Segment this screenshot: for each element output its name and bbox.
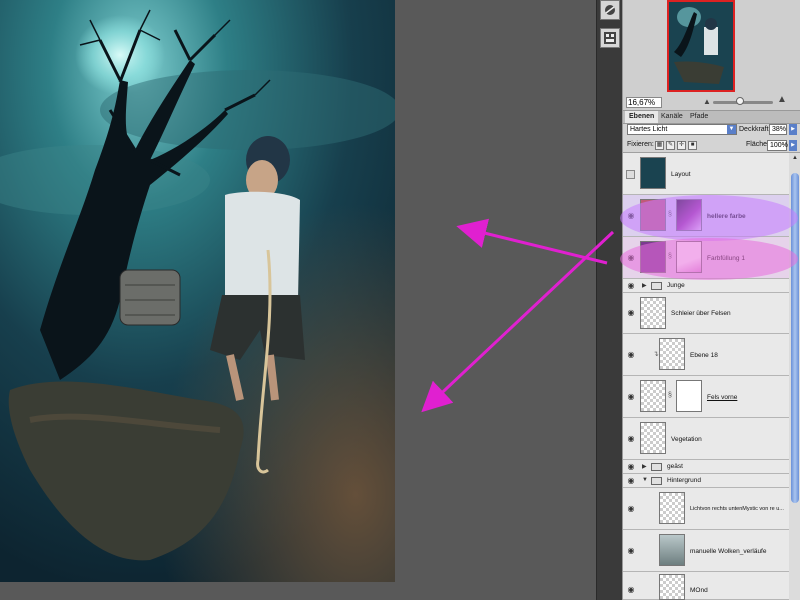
eye-icon[interactable]: ◉ (626, 393, 636, 401)
lock-position-icon[interactable]: ✛ (677, 141, 686, 150)
layer-row-hellere-farbe[interactable]: ◉ § hellere farbe (623, 195, 789, 237)
layer-row-vegetation[interactable]: ◉ Vegetation (623, 418, 789, 460)
layer-thumbnail (640, 157, 666, 189)
layer-thumbnail (659, 338, 685, 370)
tab-pfade[interactable]: Pfade (686, 111, 712, 123)
layers-panel-tabs: Ebenen Kanäle Pfade (623, 110, 800, 124)
expand-triangle-icon[interactable]: ▶ (642, 282, 647, 289)
layer-comps-icon[interactable] (600, 28, 620, 48)
blend-mode-select[interactable]: Hartes Licht ▼ (627, 124, 737, 135)
eye-icon[interactable]: ◉ (626, 435, 636, 443)
layer-thumbnail (659, 534, 685, 566)
layer-name: Vegetation (671, 436, 702, 443)
tab-kanaele[interactable]: Kanäle (657, 111, 687, 123)
lock-pixels-icon[interactable]: ✎ (666, 141, 675, 150)
layer-name: Lichtvon rechts untenMystic von re u... (690, 506, 784, 512)
layer-thumbnail (659, 492, 685, 524)
fill-field[interactable]: 100% (767, 140, 788, 151)
fill-stepper-icon[interactable]: ▶ (789, 140, 797, 151)
zoom-slider-handle[interactable] (736, 97, 744, 105)
layer-row-ebene-18[interactable]: ◉ ↴ Ebene 18 (623, 334, 789, 376)
layer-name: hellere farbe (707, 213, 746, 220)
opacity-stepper-icon[interactable]: ▶ (789, 124, 797, 135)
layer-row-licht[interactable]: ◉ Lichtvon rechts untenMystic von re u..… (623, 488, 789, 530)
layer-mask-thumbnail[interactable] (676, 241, 702, 273)
layer-thumbnail (640, 297, 666, 329)
eye-icon[interactable]: ◉ (626, 463, 636, 471)
navigator-panel: 16,67% ▲ ▲ (623, 0, 800, 110)
layer-name: geäst (667, 463, 683, 470)
lock-label: Fixieren: (627, 141, 654, 148)
lock-row: Fixieren: ▦ ✎ ✛ ■ Fläche: 100% ▶ (623, 138, 800, 153)
opacity-field[interactable]: 38% (769, 124, 787, 135)
eye-icon[interactable]: ◉ (626, 309, 636, 317)
expand-triangle-icon[interactable]: ▶ (642, 463, 647, 470)
layer-name: manuelle Wolken_verläufe (690, 548, 767, 555)
artwork-image[interactable] (0, 0, 395, 582)
layer-thumbnail (640, 380, 666, 412)
layer-name: Fels vorne (707, 394, 738, 401)
clipping-arrow-icon: ↴ (653, 351, 659, 358)
layer-row-layout[interactable]: Layout (623, 153, 789, 195)
eye-icon[interactable]: ◉ (626, 282, 636, 290)
chevron-down-icon: ▼ (727, 125, 736, 134)
eye-icon[interactable]: ◉ (626, 351, 636, 359)
layer-mask-thumbnail[interactable] (676, 199, 702, 231)
blend-mode-row: Hartes Licht ▼ Deckkraft: 38% ▶ (623, 123, 800, 137)
zoom-in-icon[interactable]: ▲ (777, 95, 787, 105)
layer-thumbnail (659, 574, 685, 600)
layer-group-hintergrund[interactable]: ◉ ▼ Hintergrund (623, 474, 789, 488)
eye-icon[interactable]: ◉ (626, 212, 636, 220)
layer-group-junge[interactable]: ◉ ▶ Junge (623, 279, 789, 293)
layer-name: Ebene 18 (690, 352, 718, 359)
visibility-toggle-empty[interactable] (626, 170, 635, 179)
folder-icon (651, 463, 662, 471)
layer-row-farbfuellung-1[interactable]: ◉ § Farbfüllung 1 (623, 237, 789, 279)
layer-thumbnail (640, 199, 666, 231)
layer-thumbnail (640, 241, 666, 273)
collapse-triangle-icon[interactable]: ▼ (642, 477, 648, 483)
layer-row-wolken[interactable]: ◉ manuelle Wolken_verläufe (623, 530, 789, 572)
zoom-out-icon[interactable]: ▲ (703, 98, 711, 106)
layer-row-fels-vorne[interactable]: ◉ § Fels vorne (623, 376, 789, 418)
opacity-label: Deckkraft: (739, 126, 771, 133)
layer-name: Hintergrund (667, 477, 701, 484)
eye-icon[interactable]: ◉ (626, 586, 636, 594)
layer-name: Farbfüllung 1 (707, 255, 745, 262)
document-canvas-area[interactable] (0, 0, 622, 600)
eye-icon[interactable]: ◉ (626, 477, 636, 485)
navigator-zoom-field[interactable]: 16,67% (626, 97, 662, 108)
navigator-thumbnail[interactable] (667, 0, 735, 92)
layer-name: Schleier über Felsen (671, 310, 731, 317)
eye-icon[interactable]: ◉ (626, 505, 636, 513)
layer-group-geaest[interactable]: ◉ ▶ geäst (623, 460, 789, 474)
link-icon[interactable]: § (668, 211, 672, 218)
eye-icon[interactable]: ◉ (626, 547, 636, 555)
layers-scrollbar[interactable]: ▲ (789, 153, 800, 600)
layer-row-schleier[interactable]: ◉ Schleier über Felsen (623, 293, 789, 334)
tab-ebenen[interactable]: Ebenen (625, 111, 659, 123)
artwork-illustration (0, 0, 395, 582)
layer-thumbnail (640, 422, 666, 454)
layer-mask-thumbnail[interactable] (676, 380, 702, 412)
panels-dock: 16,67% ▲ ▲ Ebenen Kanäle Pfade Hartes Li… (622, 0, 800, 600)
scrollbar-thumb[interactable] (791, 173, 799, 503)
scroll-up-arrow-icon[interactable]: ▲ (790, 153, 800, 163)
fill-label: Fläche: (746, 141, 769, 148)
eye-icon[interactable]: ◉ (626, 254, 636, 262)
brush-presets-icon[interactable] (600, 0, 620, 20)
layer-row-mond[interactable]: ◉ MOnd (623, 572, 789, 600)
blend-mode-value: Hartes Licht (630, 126, 668, 133)
link-icon[interactable]: § (668, 253, 672, 260)
collapsed-panel-strip (596, 0, 623, 600)
layer-name: MOnd (690, 587, 708, 594)
lock-transparency-icon[interactable]: ▦ (655, 141, 664, 150)
layer-name: Layout (671, 171, 691, 178)
link-icon[interactable]: § (668, 392, 672, 399)
layer-name: Junge (667, 282, 685, 289)
layers-list: Layout ◉ § hellere farbe ◉ § Farbfüllung… (623, 153, 789, 600)
folder-icon (651, 282, 662, 290)
lock-all-icon[interactable]: ■ (688, 141, 697, 150)
folder-icon (651, 477, 662, 485)
